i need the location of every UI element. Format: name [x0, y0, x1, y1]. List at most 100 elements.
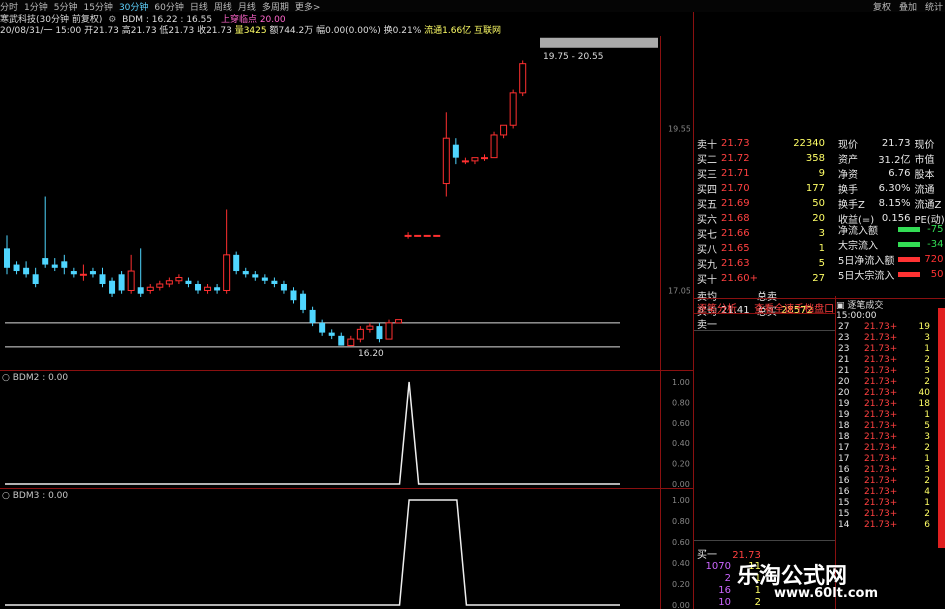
indicator-axis-label: 0.40	[672, 439, 690, 448]
ohlc-volume: 量3425	[234, 26, 267, 36]
candle-body	[423, 234, 431, 237]
candle-body	[481, 157, 488, 160]
indicator-axis-label: 0.20	[672, 460, 690, 469]
level-label: 买六	[697, 215, 717, 226]
candlestick-chart[interactable]: 19.75 - 20.55 16.20 19.55 17.05	[0, 36, 690, 370]
order-book-row: 买二 21.72 358	[695, 151, 827, 166]
order-book-row: 买六 21.68 20	[695, 211, 827, 226]
ohlc-amount: 额744.2万	[269, 26, 314, 36]
flow-bar	[898, 242, 921, 247]
indicator-axis-label: 0.80	[672, 517, 690, 526]
trade-tick-row: 16 21.73+ 4	[838, 486, 930, 497]
indicator-axis-label: 0.00	[672, 480, 690, 488]
trade-tick-row: 23 21.73+ 1	[838, 343, 930, 354]
candle-body	[204, 286, 212, 291]
money-flow-panel: 净流入额 -75 大宗流入 -34 5日净流入额 720 5日大宗流入 50	[836, 222, 945, 282]
order-book-row: 买三 21.71 9	[695, 166, 827, 181]
range-box	[540, 37, 658, 48]
candle-body	[404, 234, 412, 237]
order-book-row: 卖十 21.73 22340	[695, 136, 827, 151]
candle-body	[261, 277, 268, 281]
trade-tick-row: 16 21.73+ 3	[838, 464, 930, 475]
level-label: 买九	[697, 260, 717, 271]
candle-body	[185, 280, 192, 284]
trade-tick-row: 19 21.73+ 1	[838, 409, 930, 420]
level-volume: 5	[818, 258, 825, 269]
bdm3-chart[interactable]: 1.00 0.80 0.60 0.40 0.20 0.00	[0, 490, 690, 609]
fundamental-row: 资产 31.2亿 市值	[838, 155, 935, 166]
ohlc-turnover: 换0.21%	[383, 26, 422, 36]
indicator-line	[5, 381, 620, 485]
candle-body	[195, 284, 201, 291]
level-label: 买四	[697, 185, 717, 196]
trade-tick-row: 20 21.73+ 2	[838, 376, 930, 387]
trade-time: 15:00:00	[836, 311, 877, 321]
candle-body	[471, 157, 479, 162]
indicator-axis-label: 0.00	[672, 601, 690, 609]
ohlc-link[interactable]: 互联网	[474, 26, 501, 36]
candle-body	[156, 283, 164, 288]
candle-body	[442, 137, 450, 185]
level-price: 21.73	[721, 138, 750, 149]
window-icon: ▣	[836, 301, 845, 311]
trade-tick-row: 21 21.73+ 2	[838, 354, 930, 365]
candle-body	[519, 63, 527, 94]
candle-body	[338, 335, 345, 346]
trade-tick-row: 18 21.73+ 5	[838, 420, 930, 431]
candle-body	[300, 293, 307, 310]
level-volume: 177	[805, 183, 825, 194]
fundamental-row: 现价 21.73 现价	[838, 138, 935, 151]
candle-body	[461, 160, 469, 163]
fundamental-row: 换手Z 8.15% 流通Z	[838, 198, 942, 211]
fundamentals-panel: 现价 21.73 现价 资产 31.2亿 市值 净资 6.76 股本 换手 6.30% 流通 换手Z 8.…	[836, 136, 945, 226]
candle-body	[118, 274, 125, 291]
level-label: 买七	[697, 230, 717, 241]
trade-tick-row: 14 21.73+ 6	[838, 519, 930, 530]
level-price: 21.69	[721, 198, 750, 209]
bdm2-chart[interactable]: 1.00 0.80 0.60 0.40 0.20 0.00	[0, 372, 690, 488]
candle-body	[99, 274, 106, 284]
candle-body	[89, 271, 96, 275]
fundamental-row: 换手 6.30% 流通	[838, 183, 935, 196]
price-axis-label: 19.55	[668, 124, 690, 133]
watermark-url: www.60lt.com	[774, 586, 879, 601]
trade-tick-row: 17 21.73+ 2	[838, 442, 930, 453]
trade-tick-row: 18 21.73+ 3	[838, 431, 930, 442]
level-volume: 9	[818, 168, 825, 179]
candle-body	[319, 322, 326, 333]
ohlc-close: 收21.73	[197, 26, 232, 36]
level-volume: 358	[805, 153, 825, 164]
candle-body	[509, 92, 517, 126]
level-price: 21.70	[721, 183, 750, 194]
candle-body	[13, 264, 20, 272]
order-book-row: 买十 21.60+ 27	[695, 271, 827, 286]
indicator-axis-label: 1.00	[672, 378, 690, 387]
level-label: 卖十	[697, 140, 717, 151]
candle-body	[109, 280, 116, 294]
ohlc-bar: 20/08/31/一 15:00 开21.73 高21.73 低21.73 收2…	[0, 23, 945, 36]
indicator-axis-label: 0.80	[672, 398, 690, 407]
flow-bar	[898, 227, 921, 232]
candle-body	[433, 234, 441, 237]
money-flow-row: 5日净流入额 720	[838, 254, 944, 267]
candle-body	[500, 124, 508, 136]
candle-body	[290, 290, 297, 301]
candle-body	[309, 309, 316, 323]
trade-tick-row: 17 21.73+ 1	[838, 453, 930, 464]
order-book-row: 买四 21.70 177	[695, 181, 827, 196]
trade-tick-row: 27 21.73+ 19	[838, 321, 930, 332]
candle-body	[328, 332, 335, 336]
trade-tick-row: 20 21.73+ 40	[838, 387, 930, 398]
flow-bar	[898, 257, 921, 262]
indicator-axis-label: 0.40	[672, 559, 690, 568]
money-flow-row: 大宗流入 -34	[838, 239, 944, 252]
ohlc-date: 20/08/31/一 15:00	[0, 26, 82, 36]
low-label: 16.20	[358, 349, 384, 359]
trade-tick-row: 21 21.73+ 3	[838, 365, 930, 376]
level-volume: 20	[812, 213, 825, 224]
level-price: 21.72	[721, 153, 750, 164]
level-label: 买十	[697, 275, 717, 286]
ohlc-float: 流通1.66亿	[424, 26, 472, 36]
level-volume: 50	[812, 198, 825, 209]
buy-queue-row: 10 2	[718, 596, 761, 608]
